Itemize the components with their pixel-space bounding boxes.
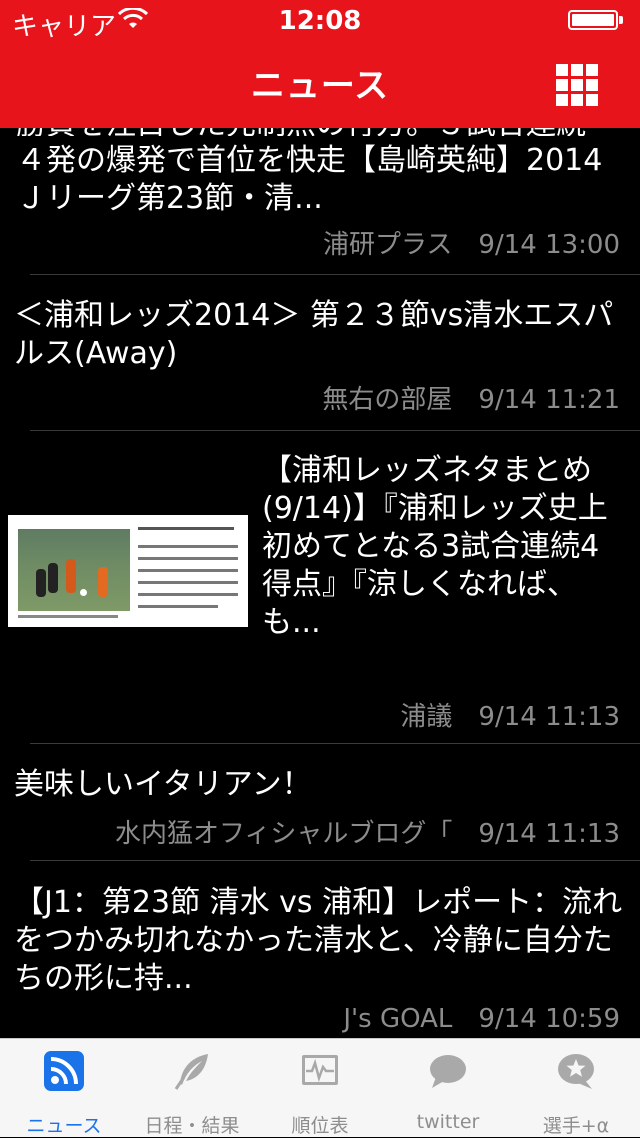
article-title-partial: 勝負を注目した先制点の行方。３試合連続 (16, 128, 628, 136)
news-list[interactable]: 勝負を注目した先制点の行方。３試合連続 ４発の爆発で首位を快走【島崎英純】201… (0, 128, 640, 1038)
article-time: 9/14 11:21 (478, 385, 620, 415)
nav-header: キャリア 12:08 ニュース (0, 0, 640, 128)
list-item[interactable] (0, 128, 640, 129)
star-bubble-icon (558, 1054, 594, 1089)
tab-label: 日程・結果 (144, 1115, 240, 1137)
article-title: 【浦和レッズネタまとめ(9/14)】『浦和レッズ史上初めてとなる3試合連続4得点… (262, 453, 608, 640)
article-meta: J's GOAL 9/14 10:59 (343, 1004, 620, 1034)
article-thumbnail (8, 515, 248, 627)
tab-players[interactable]: 選手+α (512, 1039, 640, 1137)
rss-icon (44, 1051, 84, 1091)
status-time: 12:08 (278, 6, 362, 36)
list-item[interactable]: 勝負を注目した先制点の行方。３試合連続 ４発の爆発で首位を快走【島崎英純】201… (0, 128, 640, 275)
tab-label: 順位表 (291, 1115, 349, 1137)
article-time: 9/14 11:13 (478, 819, 620, 849)
monitor-icon (302, 1055, 338, 1085)
tab-schedule[interactable]: 日程・結果 (128, 1039, 256, 1137)
article-source: 水内猛オフィシャルブログ「 (114, 819, 453, 849)
article-title: ４発の爆発で首位を快走【島崎英純】2014 Ｊリーグ第23節・清... (16, 143, 603, 216)
article-source: J's GOAL (343, 1004, 453, 1034)
divider (30, 860, 640, 861)
tab-standings[interactable]: 順位表 (256, 1039, 384, 1137)
divider (30, 743, 640, 744)
grid-menu-icon[interactable] (556, 64, 598, 106)
article-source: 無右の部屋 (322, 385, 453, 415)
tab-twitter[interactable]: twitter (384, 1039, 512, 1137)
article-time: 9/14 13:00 (478, 230, 620, 260)
article-title: ＜浦和レッズ2014＞ 第２３節vs清水エスパルス(Away) (14, 298, 614, 371)
list-item[interactable]: ＜浦和レッズ2014＞ 第２３節vs清水エスパルス(Away) 無右の部屋 9/1… (0, 275, 640, 431)
article-meta: 水内猛オフィシャルブログ「 9/14 11:13 (115, 813, 620, 850)
tab-label: twitter (416, 1111, 480, 1133)
article-time: 9/14 11:13 (478, 702, 620, 732)
feather-icon (174, 1054, 208, 1090)
article-title: 美味しいイタリアン！ (14, 767, 312, 802)
status-bar: キャリア 12:08 (0, 0, 640, 42)
tab-news[interactable]: ニュース (0, 1039, 128, 1137)
tab-bar: ニュース 日程・結果 順位表 twitter 選手+α (0, 1038, 640, 1137)
article-source: 浦研プラス (322, 230, 453, 260)
tab-label: 選手+α (542, 1115, 610, 1137)
tab-label: ニュース (26, 1115, 102, 1137)
article-time: 9/14 10:59 (478, 1004, 620, 1034)
speech-bubble-icon (430, 1055, 466, 1088)
battery-icon (568, 10, 626, 32)
article-meta: 無右の部屋 9/14 11:21 (322, 379, 620, 416)
article-source: 浦議 (400, 702, 453, 732)
divider (30, 430, 640, 431)
article-meta: 浦議 9/14 11:13 (400, 696, 620, 733)
page-title: ニュース (250, 66, 390, 106)
article-title: 【J1：第23節 清水 vs 浦和】レポート：流れをつかみ切れなかった清水と、冷… (14, 885, 623, 996)
article-meta: 浦研プラス 9/14 13:00 (323, 224, 620, 261)
